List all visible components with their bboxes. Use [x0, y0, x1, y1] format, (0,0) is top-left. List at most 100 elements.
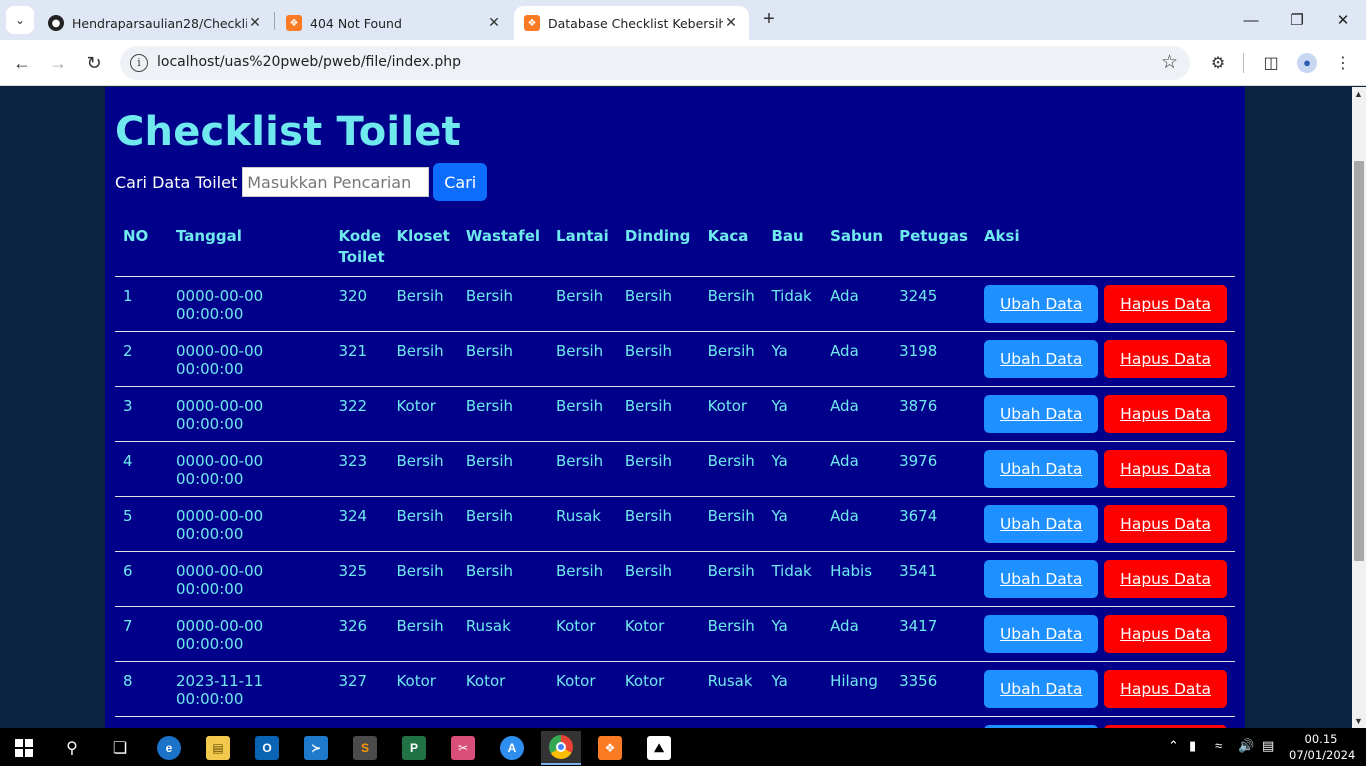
info-icon[interactable]: i	[130, 54, 148, 72]
restore-button[interactable]: ❐	[1274, 0, 1320, 40]
cell-bau: Tidak	[763, 551, 823, 607]
cell-dinding: Bersih	[616, 496, 700, 552]
cell-kloset: Bersih	[388, 276, 458, 332]
clock-time: 00.15	[1304, 732, 1338, 746]
cell-no: 6	[115, 551, 168, 607]
clock-date: 07/01/2024	[1289, 748, 1356, 762]
scrollbar-thumb[interactable]	[1354, 161, 1364, 561]
cell-lantai: Bersih	[548, 441, 617, 497]
edit-button[interactable]: Ubah Data	[983, 450, 1099, 488]
snipping-tool-icon[interactable]: ✂	[443, 731, 483, 765]
column-header: Kloset	[388, 217, 458, 277]
xampp-icon[interactable]: ❖	[590, 731, 630, 765]
cell-kloset: Kotor	[388, 386, 458, 442]
sublime-icon[interactable]: S	[345, 731, 385, 765]
cell-bau: Ya	[763, 606, 823, 662]
edit-button[interactable]: Ubah Data	[983, 395, 1099, 433]
minimize-button[interactable]: —	[1228, 0, 1274, 40]
cell-dinding: Kotor	[616, 606, 700, 662]
search-icon[interactable]: ⚲	[52, 731, 92, 765]
address-bar[interactable]: i localhost/uas%20pweb/pweb/file/index.p…	[120, 46, 1190, 80]
github-icon: ●	[48, 15, 64, 31]
edit-button[interactable]: Ubah Data	[983, 615, 1099, 653]
tab-github[interactable]: ● Hendraparsaulian28/Checklist_ ✕	[38, 6, 273, 40]
search-label: Cari Data Toilet	[115, 172, 238, 192]
cell-lantai: Rusak	[548, 496, 617, 552]
cell-petugas: 3541	[891, 551, 976, 607]
taskbar-clock[interactable]: 00.15 07/01/2024	[1289, 731, 1356, 763]
bookmark-star-icon[interactable]: ☆	[1161, 51, 1178, 74]
cell-kode-toilet: 323	[330, 441, 389, 497]
edit-button[interactable]: Ubah Data	[983, 340, 1099, 378]
edit-button[interactable]: Ubah Data	[983, 285, 1099, 323]
cell-bau: Ya	[763, 386, 823, 442]
menu-icon[interactable]: ⋮	[1330, 50, 1356, 76]
delete-button[interactable]: Hapus Data	[1104, 560, 1227, 598]
column-header: Aksi	[975, 217, 1235, 277]
delete-button[interactable]: Hapus Data	[1104, 450, 1227, 488]
edit-button[interactable]: Ubah Data	[983, 505, 1099, 543]
cell-bau: Ya	[763, 496, 823, 552]
file-explorer-icon[interactable]: ▤	[198, 731, 238, 765]
close-icon[interactable]: ✕	[723, 15, 739, 31]
cell-kloset: Bersih	[388, 331, 458, 387]
arrow-left-icon: ←	[13, 52, 31, 73]
url-text[interactable]: localhost/uas%20pweb/pweb/file/index.php	[157, 54, 461, 70]
delete-button[interactable]: Hapus Data	[1104, 505, 1227, 543]
volume-icon[interactable]: 🔊	[1238, 738, 1254, 754]
delete-button[interactable]: Hapus Data	[1104, 340, 1227, 378]
extensions-icon[interactable]: ⚙	[1205, 50, 1231, 76]
close-window-button[interactable]: ✕	[1320, 0, 1366, 40]
cell-petugas: 3356	[891, 661, 976, 717]
battery-icon[interactable]: ▮	[1189, 738, 1196, 754]
notification-icon[interactable]: ▤	[1262, 738, 1274, 754]
close-icon[interactable]: ✕	[486, 15, 502, 31]
cell-kaca: Bersih	[699, 331, 764, 387]
cell-wastafel: Bersih	[457, 386, 549, 442]
chrome-icon[interactable]	[541, 731, 581, 765]
tab-database-checklist[interactable]: ❖ Database Checklist Kebersihan ✕	[514, 6, 749, 40]
table-header-row: NO Tanggal Kode Toilet Kloset Wastafel L…	[115, 217, 1235, 277]
delete-button[interactable]: Hapus Data	[1104, 285, 1227, 323]
cell-dinding: Kotor	[616, 661, 700, 717]
outlook-icon[interactable]: O	[247, 731, 287, 765]
edit-button[interactable]: Ubah Data	[983, 670, 1099, 708]
side-panel-icon[interactable]: ◫	[1258, 50, 1284, 76]
delete-button[interactable]: Hapus Data	[1104, 395, 1227, 433]
wifi-icon[interactable]: ≈	[1215, 738, 1222, 753]
app-store-icon[interactable]: A	[492, 731, 532, 765]
project-icon[interactable]: P	[394, 731, 434, 765]
column-header: Tanggal	[168, 217, 331, 277]
delete-button[interactable]: Hapus Data	[1104, 670, 1227, 708]
edit-button[interactable]: Ubah Data	[983, 560, 1099, 598]
cell-no: 5	[115, 496, 168, 552]
scroll-up-arrow-icon[interactable]: ▲	[1354, 89, 1363, 99]
forward-button[interactable]: →	[45, 50, 71, 76]
cell-sabun: Habis	[822, 551, 892, 607]
photos-icon[interactable]: ⛰	[639, 731, 679, 765]
vscode-icon[interactable]: ≻	[296, 731, 336, 765]
cell-kaca: Rusak	[699, 661, 764, 717]
scroll-down-arrow-icon[interactable]: ▼	[1354, 716, 1363, 726]
reload-button[interactable]: ↻	[81, 50, 107, 76]
search-input[interactable]	[242, 167, 430, 197]
close-icon[interactable]: ✕	[247, 15, 263, 31]
edge-icon[interactable]: e	[149, 731, 189, 765]
back-button[interactable]: ←	[9, 50, 35, 76]
start-button[interactable]	[4, 731, 44, 765]
cell-wastafel: Kotor	[457, 661, 549, 717]
table-row: Ubah Data Hapus Data	[115, 716, 1235, 728]
tab-404[interactable]: ❖ 404 Not Found ✕	[276, 6, 512, 40]
cell-kode-toilet: 324	[330, 496, 389, 552]
search-button[interactable]: Cari	[433, 163, 488, 201]
tab-search-button[interactable]: ⌄	[6, 6, 34, 34]
task-view-icon[interactable]: ❏	[100, 731, 140, 765]
cell-no: 8	[115, 661, 168, 717]
show-hidden-icons-chevron-icon[interactable]: ⌃	[1168, 738, 1179, 754]
cell-dinding: Bersih	[616, 331, 700, 387]
profile-icon[interactable]: ●	[1294, 50, 1320, 76]
new-tab-button[interactable]: +	[758, 8, 780, 30]
cell-bau: Ya	[763, 441, 823, 497]
delete-button[interactable]: Hapus Data	[1104, 615, 1227, 653]
page-scrollbar[interactable]: ▲ ▼	[1352, 87, 1366, 728]
